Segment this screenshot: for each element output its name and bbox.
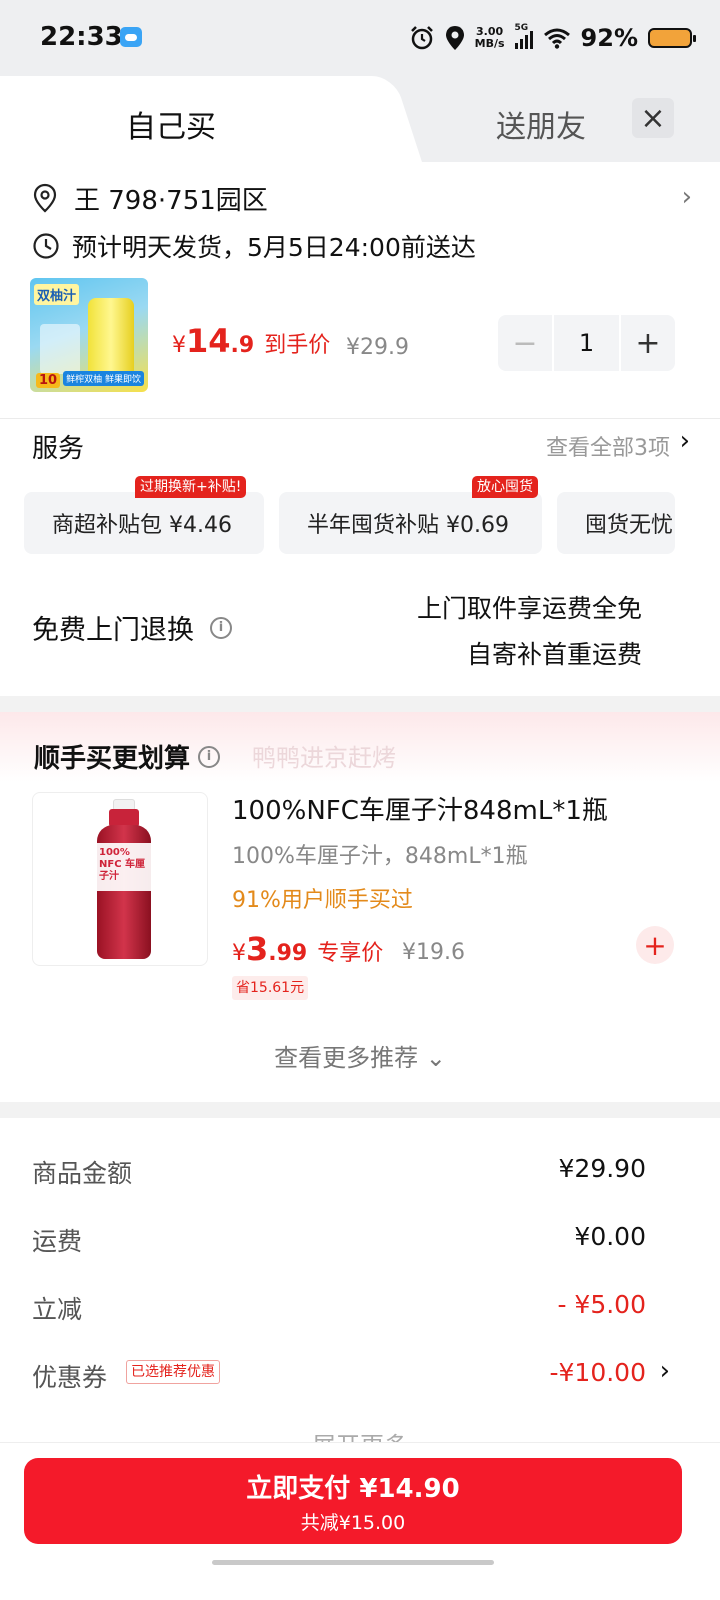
juice-can	[88, 298, 134, 380]
section-separator	[0, 696, 720, 712]
coupon-tag: 已选推荐优惠	[126, 1360, 220, 1384]
pay-discount-label: 共减¥15.00	[300, 1512, 406, 1534]
recommend-item-bought: 91%用户顺手买过	[232, 888, 413, 913]
service-view-all[interactable]: 查看全部3项	[546, 430, 670, 462]
quantity-stepper: − 1 +	[498, 315, 675, 371]
pay-now-label: 立即支付 ¥14.90	[246, 1474, 460, 1504]
free-return-note-line: 上门取件享运费全免	[416, 594, 642, 623]
buy-mode-tabs: 自己买 送朋友 ×	[0, 76, 720, 162]
service-badge: 过期换新+补贴!	[135, 476, 247, 498]
quantity-value[interactable]: 1	[554, 315, 619, 371]
price-integer: 14	[186, 322, 231, 360]
product-image-badge: 10	[36, 373, 61, 388]
network-type: 5G	[514, 23, 529, 33]
address-row[interactable]: 王 798·751园区 ›	[32, 178, 692, 218]
address-text: 王 798·751园区	[74, 185, 268, 216]
recommend-item-save-badge: 省15.61元	[232, 976, 309, 1000]
goods-amount-value: ¥29.90	[558, 1154, 646, 1183]
product-price: ¥ 14 .9 到手价	[172, 322, 330, 360]
clock-icon	[33, 233, 59, 259]
close-button[interactable]: ×	[632, 98, 674, 138]
close-icon: ×	[640, 100, 666, 136]
increase-button[interactable]: +	[621, 315, 675, 371]
view-more-recommend[interactable]: 查看更多推荐 ⌄	[0, 1038, 720, 1073]
section-separator	[0, 1102, 720, 1118]
net-speed: 3.00 MB/s	[475, 26, 505, 50]
discount-label: 立减	[32, 1295, 83, 1324]
free-return-row[interactable]: 免费上门退换 i	[32, 608, 232, 647]
home-indicator[interactable]	[212, 1560, 494, 1565]
info-icon[interactable]: i	[198, 745, 221, 768]
wifi-icon	[543, 28, 570, 49]
price-decimal: .9	[230, 333, 255, 358]
free-return-note-line: 自寄补首重运费	[466, 640, 642, 669]
status-icons: 3.00 MB/s 5G 92%	[409, 20, 696, 56]
product-image[interactable]: 双柚汁 10 鲜榨双柚 鲜果即饮	[30, 278, 148, 392]
recommend-item-image[interactable]: 100% NFC 车厘子汁	[32, 792, 208, 966]
recommend-item-price: ¥ 3 .99 专享价	[232, 930, 383, 968]
location-pin-icon	[33, 183, 57, 213]
service-card[interactable]: 商超补贴包 ¥4.46	[24, 492, 264, 554]
decrease-button[interactable]: −	[498, 315, 552, 371]
service-card[interactable]: 囤货无忧	[557, 492, 675, 554]
price-label: 到手价	[264, 333, 331, 358]
shipping-row: 预计明天发货，5月5日24:00前送达	[32, 226, 476, 266]
divider	[0, 418, 720, 419]
service-title: 服务	[32, 434, 85, 464]
goods-amount-label: 商品金额	[32, 1159, 133, 1188]
recommend-title: 顺手买更划算	[34, 744, 191, 774]
free-return-note: 上门取件享运费全免 自寄补首重运费	[417, 586, 642, 678]
service-badge: 放心囤货	[472, 476, 538, 498]
battery-icon	[648, 28, 696, 48]
chevron-right-icon: ›	[681, 182, 692, 212]
chevron-right-icon[interactable]: ›	[680, 426, 690, 456]
net-speed-unit: MB/s	[474, 37, 505, 50]
freight-label: 运费	[32, 1227, 83, 1256]
coupon-label[interactable]: 优惠券	[32, 1358, 107, 1394]
discount-value: - ¥5.00	[557, 1290, 646, 1319]
status-bar: 22:33 3.00 MB/s 5G 92%	[0, 0, 720, 76]
price-currency: ¥	[172, 333, 186, 358]
freight-value: ¥0.00	[574, 1222, 646, 1251]
weather-cloud-icon	[120, 27, 142, 47]
recommend-watermark: 鸭鸭进京赶烤	[252, 744, 396, 772]
juice-glass	[40, 324, 80, 374]
tab-gift[interactable]: 送朋友	[496, 102, 586, 146]
battery-percent: 92%	[580, 24, 638, 52]
shipping-estimate: 预计明天发货，5月5日24:00前送达	[72, 233, 476, 262]
status-time: 22:33	[40, 22, 123, 52]
coupon-value[interactable]: -¥10.00	[550, 1358, 647, 1387]
service-card[interactable]: 半年囤货补贴 ¥0.69	[279, 492, 542, 554]
recommend-item-name[interactable]: 100%NFC车厘子汁848mL*1瓶	[232, 790, 608, 827]
product-image-tag: 鲜榨双柚 鲜果即饮	[63, 371, 144, 386]
location-icon	[445, 26, 464, 50]
price-integer: 3	[246, 930, 269, 968]
price-decimal: .99	[268, 941, 308, 966]
price-currency: ¥	[232, 941, 246, 966]
free-return-label: 免费上门退换	[32, 615, 194, 646]
chevron-right-icon[interactable]: ›	[660, 1356, 670, 1386]
alarm-icon	[410, 26, 433, 50]
pay-now-button[interactable]: 立即支付 ¥14.90 共减¥15.00	[24, 1458, 682, 1544]
recommend-item-original-price: ¥19.6	[402, 940, 465, 965]
price-label: 专享价	[317, 941, 384, 966]
product-image-title: 双柚汁	[34, 284, 80, 305]
info-icon[interactable]: i	[210, 616, 232, 639]
signal-icon: 5G	[514, 23, 533, 49]
original-price: ¥29.9	[346, 335, 409, 360]
tab-self-buy[interactable]: 自己买	[126, 102, 216, 146]
add-item-button[interactable]: +	[636, 926, 674, 964]
bottle-label: 100% NFC 车厘子汁	[97, 843, 151, 891]
recommend-item-spec: 100%车厘子汁，848mL*1瓶	[232, 844, 528, 869]
bottle-label-text: 100% NFC 车厘子汁	[99, 847, 146, 882]
recommend-title-row: 顺手买更划算 i	[34, 738, 221, 775]
